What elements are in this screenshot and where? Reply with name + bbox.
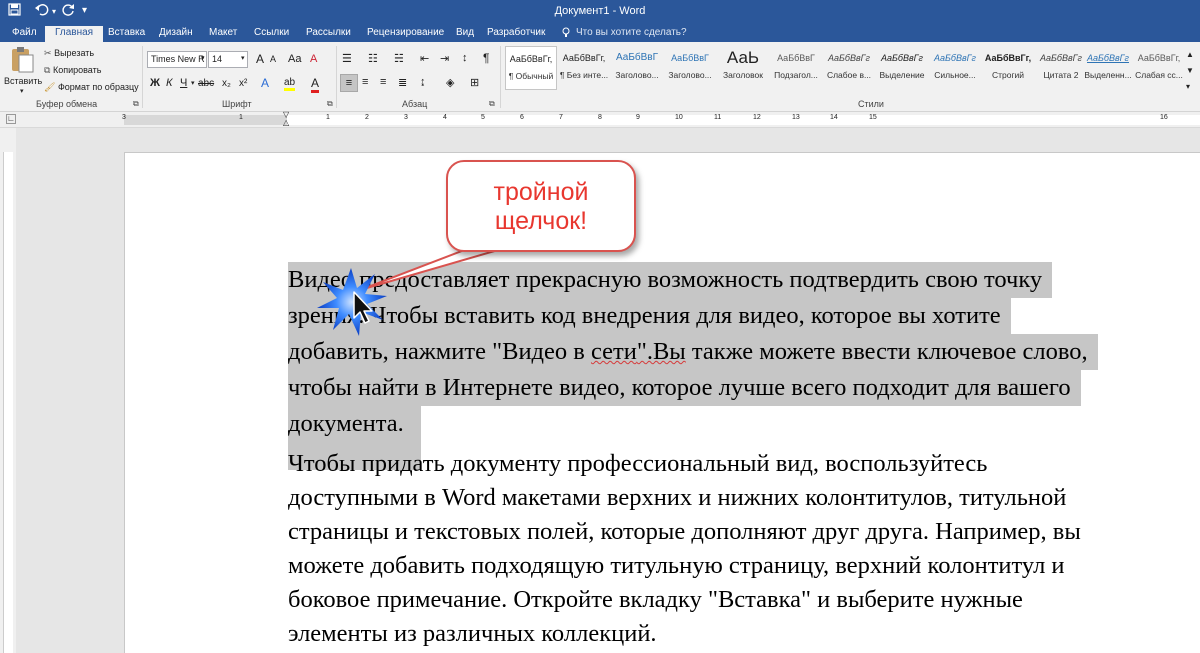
callout-line-1: тройной <box>493 178 589 206</box>
callout-pointer <box>359 243 499 291</box>
callout-bubble: тройной щелчок! <box>446 160 636 252</box>
callout-joint <box>475 240 497 250</box>
mouse-cursor-icon <box>353 291 373 324</box>
callout-line-2: щелчок! <box>494 207 588 235</box>
